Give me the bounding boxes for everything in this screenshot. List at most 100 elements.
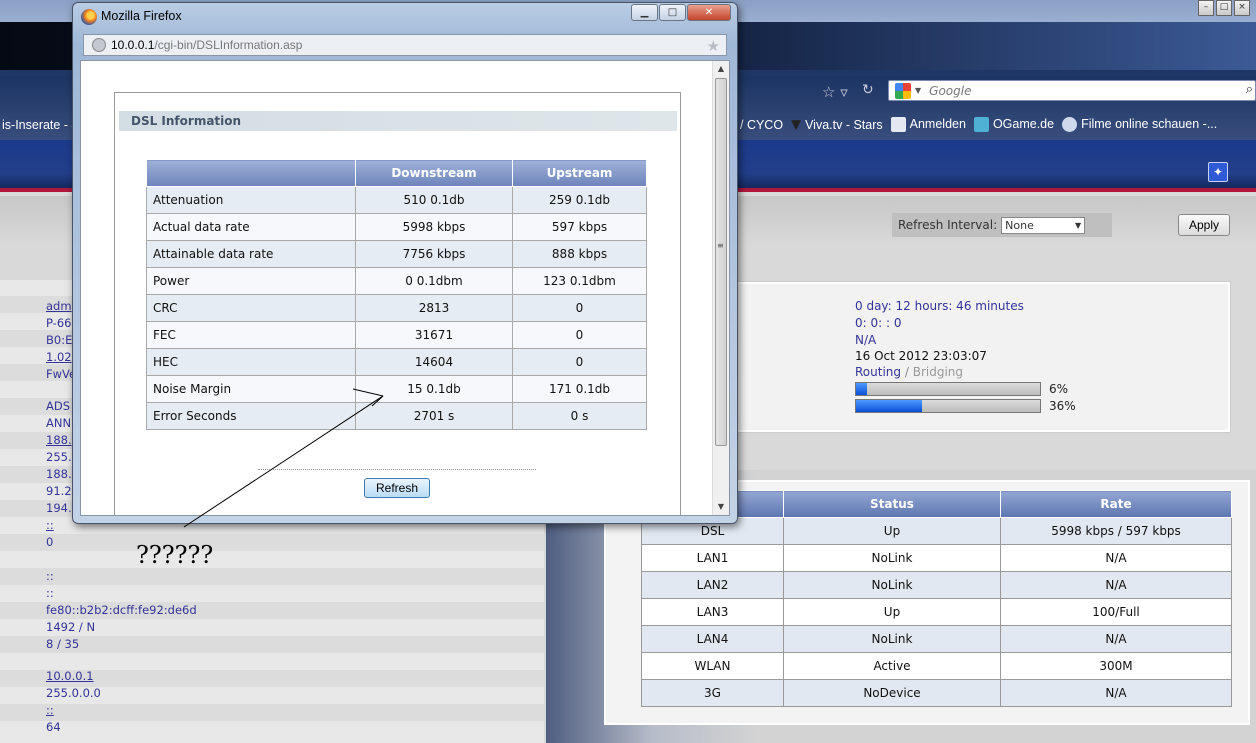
port-name: LAN2	[641, 571, 784, 599]
upstream-value: 0	[512, 348, 647, 376]
port-rate: N/A	[1000, 679, 1232, 707]
refresh-interval-label: Refresh Interval:	[898, 218, 998, 232]
refresh-interval-select[interactable]: None ▼	[1001, 216, 1086, 234]
info-link[interactable]: ::	[46, 518, 54, 532]
table-row: LAN1 NoLink N/A	[641, 544, 1232, 572]
info-value: 1492 / N	[46, 620, 96, 634]
bookmark-item[interactable]: Anmelden	[890, 117, 966, 133]
maximize-button[interactable]: □	[659, 4, 686, 21]
table-row: FEC 31671 0	[146, 321, 647, 349]
port-status: NoLink	[783, 625, 1001, 653]
grip-icon: ≡	[717, 241, 724, 250]
metric-label: Actual data rate	[146, 213, 356, 241]
address-bar[interactable]: 10.0.0.1/cgi-bin/DSLInformation.asp ★	[83, 34, 727, 56]
table-row: HEC 14604 0	[146, 348, 647, 376]
bookmark-item[interactable]: is-Inserate - 4	[2, 118, 78, 132]
table-row: LAN4 NoLink N/A	[641, 625, 1232, 653]
bookmark-item[interactable]: / CYCO	[740, 118, 783, 132]
reload-icon[interactable]: ↻	[862, 82, 874, 98]
port-name: 3G	[641, 679, 784, 707]
cpu-usage-fill	[856, 383, 868, 395]
info-value: 0	[46, 535, 54, 549]
port-status: Up	[783, 517, 1001, 545]
cpu-usage-label: 6%	[1049, 382, 1069, 396]
metric-label: CRC	[146, 294, 356, 322]
search-input[interactable]: Google	[929, 84, 971, 98]
scroll-up-icon[interactable]: ▲	[713, 61, 729, 77]
bookmark-item[interactable]: OGame.de	[973, 117, 1054, 133]
table-row: Power 0 0.1dbm 123 0.1dbm	[146, 267, 647, 295]
background-window-controls: – □ ×	[1198, 0, 1250, 16]
bookmark-icon	[973, 117, 989, 133]
downstream-value: 5998 kbps	[355, 213, 513, 241]
info-value: 255.	[46, 450, 72, 464]
bookmark-icon	[791, 120, 802, 131]
scroll-down-icon[interactable]: ▼	[713, 499, 729, 515]
close-icon[interactable]: ×	[1234, 0, 1250, 16]
mode-value: Routing / Bridging	[855, 365, 963, 379]
bookmark-icon	[890, 117, 906, 133]
info-value: ::	[46, 586, 54, 600]
search-box[interactable]: ▼ Google ⌕	[888, 80, 1256, 101]
info-value: 194.	[46, 501, 72, 515]
port-status: Up	[783, 598, 1001, 626]
row-stripe	[0, 534, 544, 551]
downstream-value: 510 0.1db	[355, 186, 513, 214]
info-value: 8 / 35	[46, 637, 80, 651]
info-link[interactable]: 1.02	[46, 350, 72, 364]
mode-routing[interactable]: Routing	[855, 365, 901, 379]
memory-usage-bar	[855, 399, 1041, 413]
google-icon	[895, 82, 911, 99]
bookmark-icon	[1062, 117, 1078, 133]
upstream-value: 259 0.1db	[512, 186, 647, 214]
upstream-value: 171 0.1db	[512, 375, 647, 403]
upstream-value: 0	[512, 321, 647, 349]
info-link[interactable]: 188.	[46, 433, 72, 447]
cpu-usage-bar	[855, 382, 1041, 396]
port-rate: N/A	[1000, 625, 1232, 653]
search-icon[interactable]: ⌕	[1246, 82, 1253, 97]
memory-usage-label: 36%	[1049, 399, 1076, 413]
memory-usage-fill	[856, 400, 923, 412]
port-rate: 300M	[1000, 652, 1232, 680]
info-value: ADS	[46, 399, 71, 413]
info-value: N/A	[855, 333, 877, 347]
metric-label: Attenuation	[146, 186, 356, 214]
bookmark-item[interactable]: Filme online schauen -...	[1062, 117, 1217, 133]
bookmark-item[interactable]: Viva.tv - Stars	[791, 118, 883, 132]
info-value: ::	[46, 569, 54, 583]
minimize-icon[interactable]: –	[1198, 0, 1214, 16]
maximize-icon[interactable]: □	[1216, 0, 1232, 16]
info-link[interactable]: ::	[46, 703, 54, 717]
scroll-thumb[interactable]	[715, 78, 727, 446]
info-link[interactable]: 10.0.0.1	[46, 669, 94, 683]
port-name: LAN1	[641, 544, 784, 572]
close-button[interactable]: ✕	[687, 4, 731, 21]
chevron-down-icon[interactable]: ▼	[915, 86, 921, 95]
downstream-value: 14604	[355, 348, 513, 376]
wizard-icon[interactable]: ✦	[1208, 162, 1228, 182]
url-path: /cgi-bin/DSLInformation.asp	[154, 38, 303, 52]
apply-button[interactable]: Apply	[1178, 214, 1230, 236]
bookmark-star-icon[interactable]: ☆ ▿	[822, 83, 848, 101]
dsl-info-table: Downstream Upstream Attenuation 510 0.1db…	[146, 159, 647, 430]
dsl-info-frame: DSL Information Downstream Upstream Atte…	[114, 92, 681, 515]
metric-label: Power	[146, 267, 356, 295]
table-row: WLAN Active 300M	[641, 652, 1232, 680]
bookmarks-toolbar: / CYCO Viva.tv - Stars Anmelden OGame.de…	[740, 117, 1217, 133]
table-row: 3G NoDevice N/A	[641, 679, 1232, 707]
info-value: fe80::b2b2:dcff:fe92:de6d	[46, 603, 197, 617]
info-link[interactable]: adm	[46, 299, 72, 313]
port-rate: N/A	[1000, 571, 1232, 599]
vertical-scrollbar[interactable]: ▲ ≡ ▼	[712, 61, 729, 515]
port-status: Active	[783, 652, 1001, 680]
refresh-button[interactable]: Refresh	[364, 478, 430, 498]
datetime-value: 16 Oct 2012 23:03:07	[855, 349, 987, 363]
bookmark-star-icon[interactable]: ★	[707, 37, 720, 55]
window-title: Mozilla Firefox	[101, 9, 182, 23]
port-status: NoDevice	[783, 679, 1001, 707]
minimize-button[interactable]: ▁	[631, 4, 658, 21]
mode-bridging[interactable]: Bridging	[913, 365, 963, 379]
downstream-value: 7756 kbps	[355, 240, 513, 268]
port-rate: N/A	[1000, 544, 1232, 572]
